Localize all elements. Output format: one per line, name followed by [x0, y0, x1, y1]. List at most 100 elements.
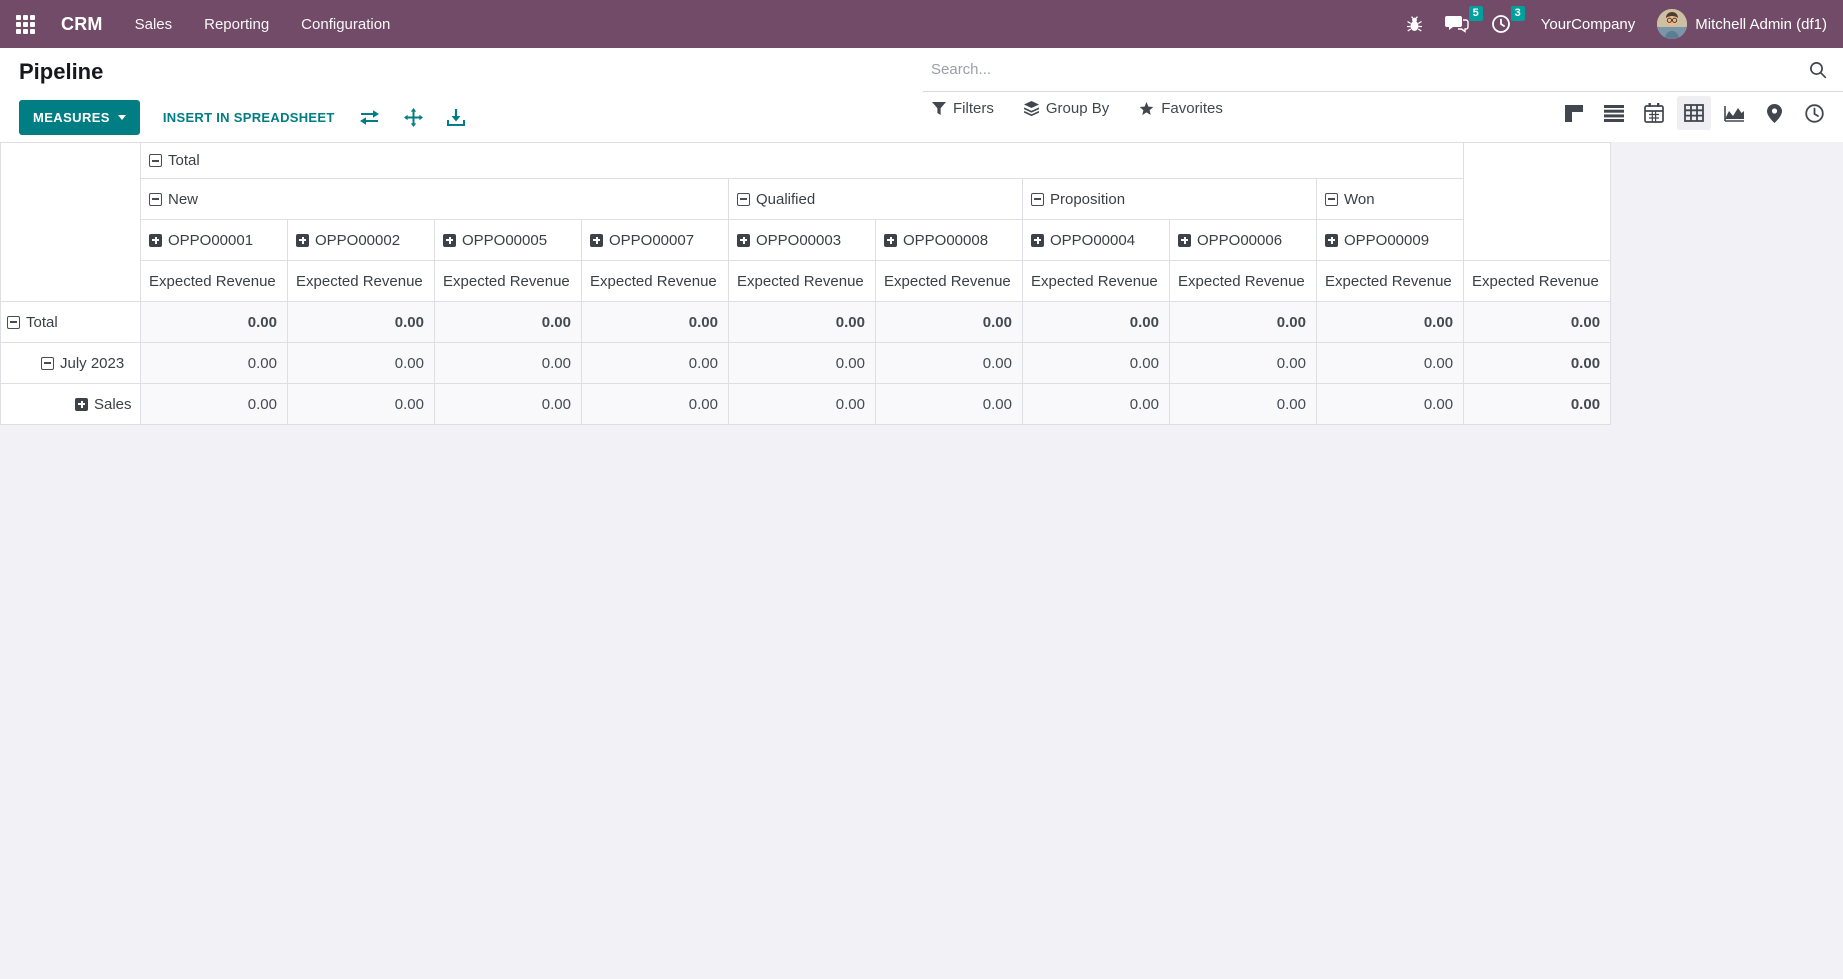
pivot-measure-header[interactable]: Expected Revenue — [582, 261, 729, 302]
pivot-value-cell[interactable]: 0.00 — [729, 302, 876, 343]
pivot-measure-header[interactable]: Expected Revenue — [1170, 261, 1317, 302]
pivot-header-stage[interactable]: New — [141, 179, 729, 220]
search-bar — [923, 48, 1843, 92]
kanban-view-button[interactable] — [1557, 96, 1591, 130]
pivot-table: Total NewQualifiedPropositionWonOPPO0000… — [0, 142, 1611, 425]
pivot-value-cell[interactable]: 0.00 — [1464, 302, 1611, 343]
user-menu[interactable]: Mitchell Admin (df1) — [1657, 9, 1827, 39]
favorites-button[interactable]: Favorites — [1139, 100, 1223, 117]
pivot-value-cell[interactable]: 0.00 — [1170, 302, 1317, 343]
menu-reporting[interactable]: Reporting — [204, 16, 269, 33]
app-name[interactable]: CRM — [61, 14, 103, 35]
pivot-header-opportunity[interactable]: OPPO00009 — [1317, 220, 1464, 261]
pivot-header-opportunity[interactable]: OPPO00005 — [435, 220, 582, 261]
pivot-header-stage[interactable]: Won — [1317, 179, 1464, 220]
download-xlsx-icon[interactable] — [447, 109, 465, 127]
group-by-button[interactable]: Group By — [1024, 100, 1109, 117]
activities-clock-icon[interactable]: 3 — [1491, 14, 1511, 34]
messages-icon[interactable]: 5 — [1445, 14, 1469, 34]
pivot-header-stage[interactable]: Proposition — [1023, 179, 1317, 220]
pivot-header-opportunity[interactable]: OPPO00001 — [141, 220, 288, 261]
menu-configuration[interactable]: Configuration — [301, 16, 390, 33]
pivot-header-opportunity[interactable]: OPPO00006 — [1170, 220, 1317, 261]
pivot-header-opportunity[interactable]: OPPO00007 — [582, 220, 729, 261]
pivot-value-cell[interactable]: 0.00 — [1464, 343, 1611, 384]
pivot-value-cell[interactable]: 0.00 — [876, 384, 1023, 425]
pivot-measure-header[interactable]: Expected Revenue — [288, 261, 435, 302]
filters-button[interactable]: Filters — [932, 100, 994, 117]
map-view-button[interactable] — [1757, 96, 1791, 130]
pivot-measure-header[interactable]: Expected Revenue — [435, 261, 582, 302]
pivot-value-cell[interactable]: 0.00 — [1317, 302, 1464, 343]
list-view-button[interactable] — [1597, 96, 1631, 130]
pivot-value-cell[interactable]: 0.00 — [1023, 302, 1170, 343]
pivot-value-cell[interactable]: 0.00 — [582, 384, 729, 425]
pivot-value-cell[interactable]: 0.00 — [141, 302, 288, 343]
filter-funnel-icon — [932, 102, 946, 116]
pivot-value-cell[interactable]: 0.00 — [729, 384, 876, 425]
page-title: Pipeline — [19, 59, 103, 85]
activities-count-badge: 3 — [1511, 6, 1525, 21]
menu-sales[interactable]: Sales — [135, 16, 173, 33]
pivot-row-header[interactable]: Sales — [1, 384, 141, 425]
pivot-value-cell[interactable]: 0.00 — [1317, 384, 1464, 425]
pivot-value-cell[interactable]: 0.00 — [435, 302, 582, 343]
pivot-measure-header[interactable]: Expected Revenue — [729, 261, 876, 302]
graph-view-button[interactable] — [1717, 96, 1751, 130]
pivot-measure-header[interactable]: Expected Revenue — [141, 261, 288, 302]
pivot-header-total[interactable]: Total — [141, 143, 1464, 179]
collapse-icon — [1325, 193, 1338, 206]
debug-bug-icon[interactable] — [1406, 16, 1423, 33]
pivot-measure-header[interactable]: Expected Revenue — [876, 261, 1023, 302]
collapse-icon — [737, 193, 750, 206]
flip-axis-icon[interactable] — [359, 109, 380, 126]
expand-icon — [1178, 234, 1191, 247]
pivot-value-cell[interactable]: 0.00 — [1170, 384, 1317, 425]
pivot-header-opportunity[interactable]: OPPO00002 — [288, 220, 435, 261]
pivot-header-opportunity[interactable]: OPPO00004 — [1023, 220, 1170, 261]
pivot-value-cell[interactable]: 0.00 — [582, 343, 729, 384]
pivot-view-button[interactable] — [1677, 96, 1711, 130]
pivot-value-cell[interactable]: 0.00 — [1317, 343, 1464, 384]
pivot-measure-header[interactable]: Expected Revenue — [1317, 261, 1464, 302]
expand-icon — [884, 234, 897, 247]
expand-all-icon[interactable] — [404, 108, 423, 127]
pivot-value-cell[interactable]: 0.00 — [729, 343, 876, 384]
insert-in-spreadsheet-button[interactable]: INSERT IN SPREADSHEET — [163, 110, 335, 125]
pivot-header-opportunity[interactable]: OPPO00008 — [876, 220, 1023, 261]
pivot-value-cell[interactable]: 0.00 — [288, 343, 435, 384]
search-input[interactable] — [923, 61, 1809, 78]
calendar-view-button[interactable] — [1637, 96, 1671, 130]
pivot-value-cell[interactable]: 0.00 — [876, 343, 1023, 384]
pivot-value-cell[interactable]: 0.00 — [288, 302, 435, 343]
expand-icon — [443, 234, 456, 247]
pivot-value-cell[interactable]: 0.00 — [141, 343, 288, 384]
pivot-value-cell[interactable]: 0.00 — [435, 343, 582, 384]
pivot-header-stage[interactable]: Qualified — [729, 179, 1023, 220]
pivot-header-opportunity[interactable]: OPPO00003 — [729, 220, 876, 261]
search-icon[interactable] — [1809, 61, 1827, 79]
pivot-measure-header[interactable]: Expected Revenue — [1023, 261, 1170, 302]
pivot-measure-header[interactable]: Expected Revenue — [1464, 261, 1611, 302]
expand-icon — [737, 234, 750, 247]
pivot-value-cell[interactable]: 0.00 — [1464, 384, 1611, 425]
pivot-value-cell[interactable]: 0.00 — [876, 302, 1023, 343]
pivot-value-cell[interactable]: 0.00 — [288, 384, 435, 425]
measures-button[interactable]: MEASURES — [19, 100, 140, 135]
activity-view-button[interactable] — [1797, 96, 1831, 130]
pivot-row-header[interactable]: July 2023 — [1, 343, 141, 384]
pivot-value-cell[interactable]: 0.00 — [141, 384, 288, 425]
apps-menu-icon[interactable] — [16, 15, 35, 34]
collapse-icon — [149, 193, 162, 206]
pivot-value-cell[interactable]: 0.00 — [582, 302, 729, 343]
favorites-star-icon — [1139, 102, 1154, 116]
pivot-row-header[interactable]: Total — [1, 302, 141, 343]
pivot-value-cell[interactable]: 0.00 — [435, 384, 582, 425]
company-switcher[interactable]: YourCompany — [1541, 16, 1636, 33]
view-switcher — [1557, 96, 1831, 130]
pivot-value-cell[interactable]: 0.00 — [1170, 343, 1317, 384]
pivot-value-cell[interactable]: 0.00 — [1023, 343, 1170, 384]
pivot-value-cell[interactable]: 0.00 — [1023, 384, 1170, 425]
expand-icon — [149, 234, 162, 247]
collapse-icon — [7, 316, 20, 329]
